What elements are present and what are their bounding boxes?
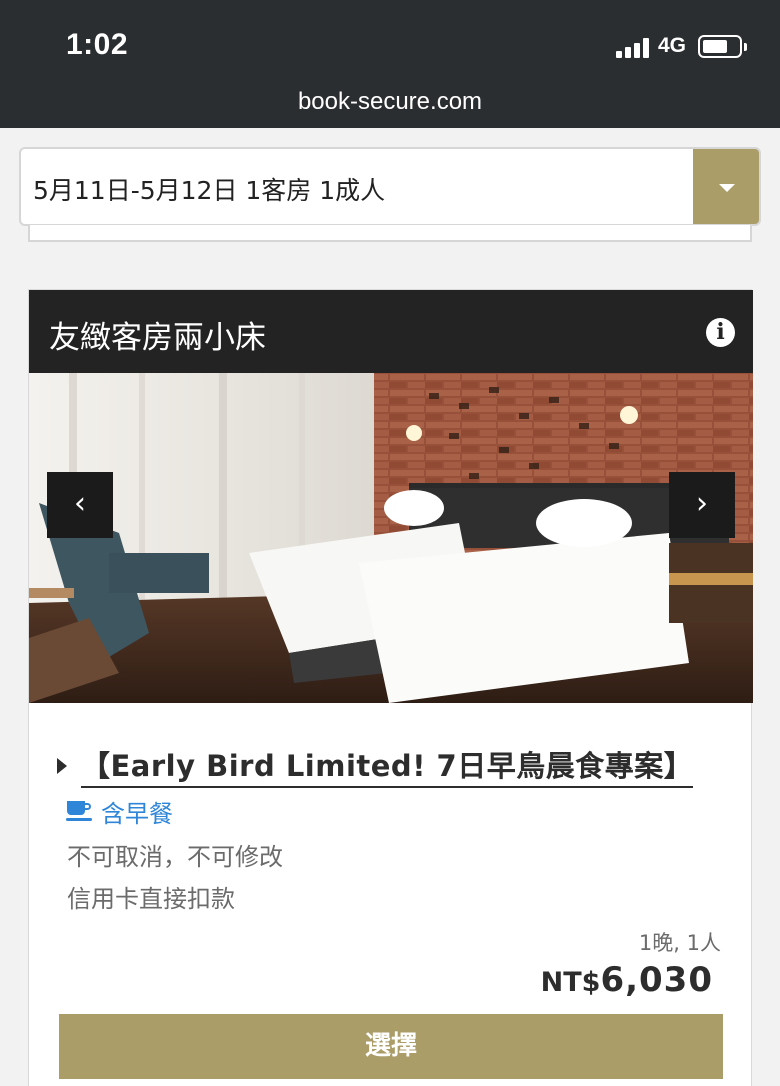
info-icon[interactable]: i [706,318,735,347]
dropdown-panel-edge [28,225,752,242]
url-bar[interactable]: book-secure.com [0,88,780,116]
booking-summary: 5月11日-5月12日 1客房 1成人 [33,176,386,205]
battery-icon [698,35,747,58]
chevron-right-icon: › [696,486,708,521]
meal-info: 含早餐 [66,794,173,829]
dropdown-toggle-button[interactable] [693,149,759,224]
cancellation-policy: 不可取消，不可修改 [67,843,283,871]
booking-search-dropdown[interactable]: 5月11日-5月12日 1客房 1成人 [19,147,761,226]
network-type: 4G [658,34,687,57]
triangle-right-icon [57,757,67,774]
carousel-next-button[interactable]: › [669,472,735,538]
price-amount: 6,030 [600,960,713,1000]
room-photo [29,373,753,703]
browser-top-bar: 1:02 4G book-secure.com [0,0,780,128]
room-header: 友緻客房兩小床 i [29,290,753,373]
room-card: 友緻客房兩小床 i ‹ › 【Early Bird Limited! 7日早鳥晨… [28,289,753,1086]
room-name: 友緻客房兩小床 [49,320,266,356]
carousel-prev-button[interactable]: ‹ [47,472,113,538]
price-currency: NT$ [540,967,601,998]
rate-plan-toggle[interactable]: 【Early Bird Limited! 7日早鳥晨食專案】 [57,743,694,788]
select-room-button[interactable]: 選擇 [59,1014,723,1079]
room-photo-carousel[interactable]: ‹ › [29,373,753,703]
meal-label: 含早餐 [101,800,173,828]
chevron-left-icon: ‹ [74,486,86,521]
price-unit: 1晚, 1人 [638,931,721,955]
payment-policy: 信用卡直接扣款 [67,885,235,913]
chevron-down-icon [719,184,735,192]
status-time: 1:02 [66,28,129,61]
coffee-cup-icon [66,800,93,823]
rate-plan-title[interactable]: 【Early Bird Limited! 7日早鳥晨食專案】 [81,743,694,788]
signal-icon [616,36,652,58]
room-price: NT$6,030 [541,960,713,1000]
